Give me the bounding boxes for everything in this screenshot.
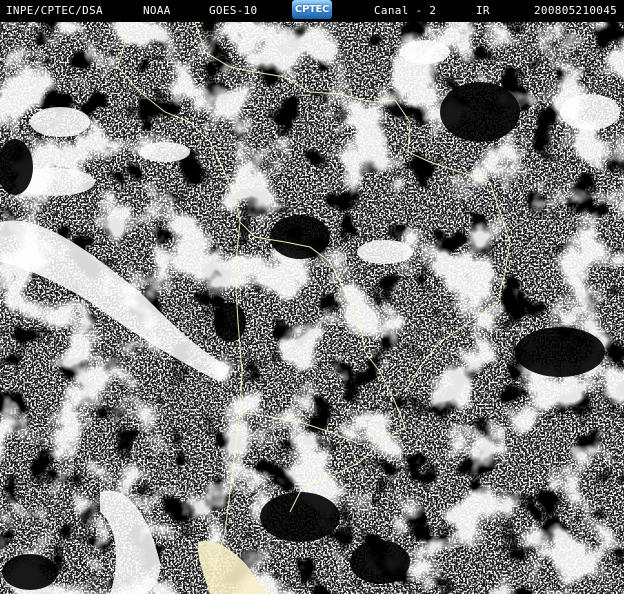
clear-area-3 [214, 302, 246, 342]
agency-label: NOAA [143, 4, 171, 17]
satellite-image-svg [0, 22, 624, 594]
timestamp-label: 200805210045 [534, 4, 618, 17]
clear-area-5 [515, 327, 605, 377]
cloud-cell-5 [30, 107, 90, 137]
logo-text: CPTEC [294, 4, 330, 15]
channel-label: Canal - 2 [374, 4, 437, 17]
cloud-cell-2 [357, 240, 413, 264]
header-bar: INPE/CPTEC/DSA NOAA GOES-10 CPTEC Canal … [0, 0, 624, 22]
clear-area-4 [260, 492, 340, 542]
satellite-image [0, 22, 624, 594]
clear-area-2 [270, 215, 330, 259]
cptec-logo: CPTEC [292, 0, 332, 19]
cloud-cell-4 [400, 40, 450, 64]
institution-label: INPE/CPTEC/DSA [6, 4, 103, 17]
clear-area-6 [440, 82, 520, 142]
band-label: IR [476, 4, 490, 17]
satellite-label: GOES-10 [209, 4, 258, 17]
cloud-cell-3 [560, 94, 620, 130]
clear-area-7 [2, 554, 58, 590]
clear-area-8 [350, 540, 410, 584]
cloud-cell-6 [140, 142, 190, 162]
